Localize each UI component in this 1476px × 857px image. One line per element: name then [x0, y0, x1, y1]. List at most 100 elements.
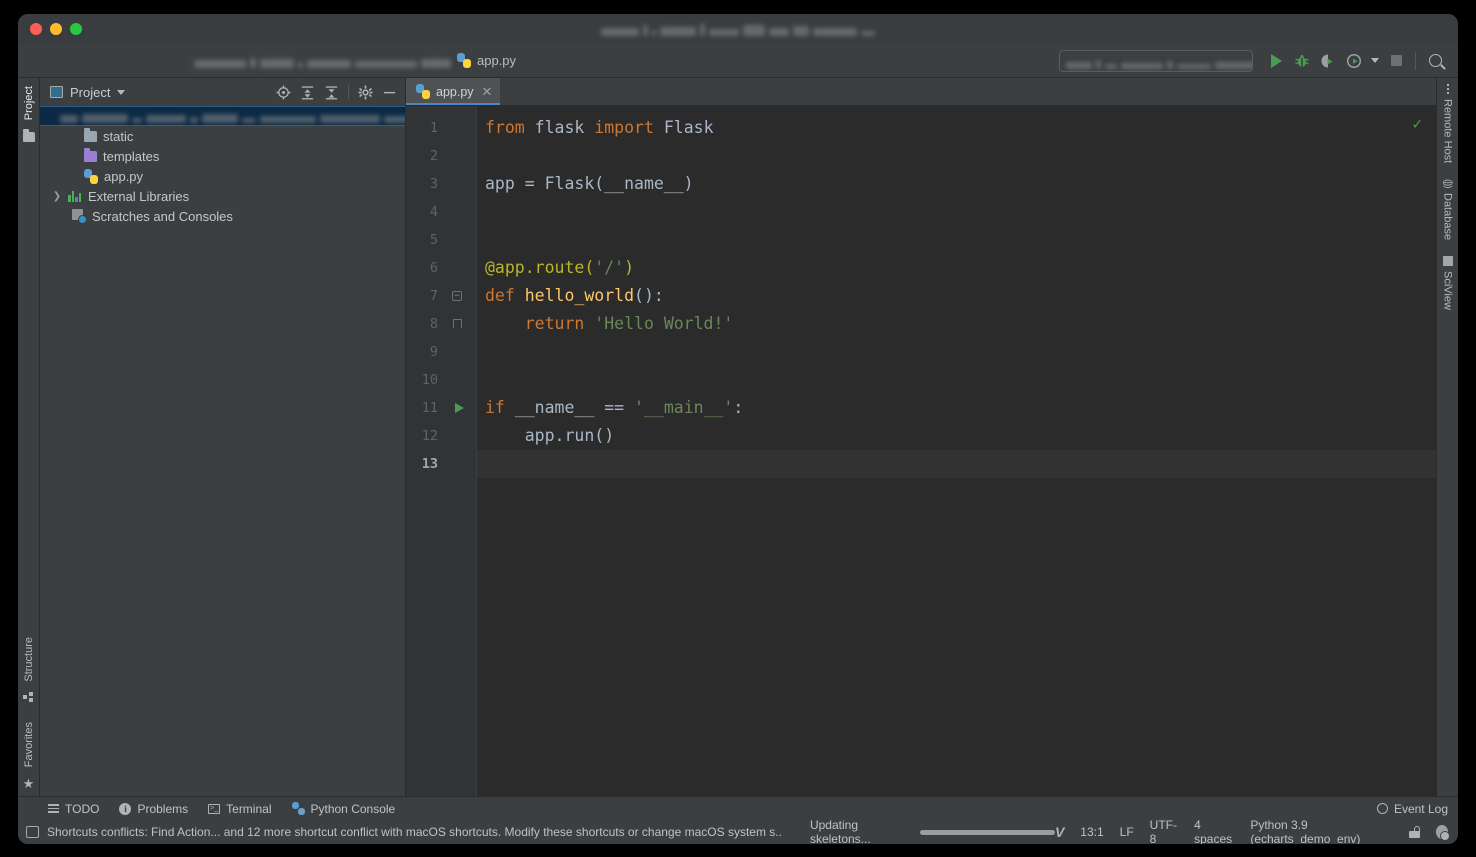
- status-message[interactable]: Shortcuts conflicts: Find Action... and …: [47, 825, 782, 839]
- unlocked-icon[interactable]: [1409, 826, 1421, 838]
- gutter-line: 12: [421, 428, 438, 444]
- search-everywhere-button[interactable]: [1422, 48, 1448, 74]
- chevron-right-icon[interactable]: ❯: [52, 191, 62, 202]
- database-label: Database: [1441, 192, 1454, 240]
- vcs-branch-icon[interactable]: V: [1055, 824, 1064, 840]
- editor-tab-app-py[interactable]: app.py ✕: [406, 78, 501, 105]
- python-console-label: Python Console: [310, 801, 396, 816]
- folder-icon: [22, 129, 35, 143]
- chevron-down-icon[interactable]: [117, 89, 126, 95]
- tool-button-python-console[interactable]: Python Console: [291, 801, 396, 816]
- code-content[interactable]: from flask import Flask app = Flask(__na…: [476, 106, 1436, 796]
- project-panel-title: Project: [70, 84, 111, 100]
- project-tree[interactable]: static templates app.py ❯ External Libra…: [40, 106, 405, 796]
- tool-button-terminal[interactable]: >_ Terminal: [208, 801, 272, 816]
- tree-row-app-py[interactable]: app.py: [40, 166, 405, 186]
- tree-row-static[interactable]: static: [40, 126, 405, 146]
- code-line-1: from flask import Flask: [485, 118, 714, 137]
- project-view-icon: [50, 86, 63, 98]
- line-separator[interactable]: LF: [1120, 825, 1134, 839]
- sidebar-tab-favorites[interactable]: Favorites: [23, 718, 35, 771]
- editor-tab-label: app.py: [436, 84, 474, 99]
- terminal-label: Terminal: [226, 801, 272, 816]
- breadcrumb-file-label: app.py: [477, 53, 517, 68]
- sidebar-tab-structure[interactable]: Structure: [23, 633, 35, 686]
- close-window-button[interactable]: [30, 23, 42, 35]
- hide-panel-icon[interactable]: [382, 85, 397, 100]
- event-log-icon: [1376, 803, 1388, 814]
- problems-label: Problems: [137, 801, 189, 816]
- settings-gear-icon[interactable]: [358, 85, 373, 100]
- editor-tab-bar: app.py ✕: [406, 78, 1436, 106]
- sidebar-tab-database[interactable]: (|)) Database: [1442, 179, 1454, 240]
- python-interpreter[interactable]: Python 3.9 (echarts_demo_env): [1250, 818, 1393, 844]
- code-line-8: return 'Hello World!': [485, 314, 734, 333]
- run-configuration-selector[interactable]: [1059, 49, 1253, 72]
- notification-icon[interactable]: [26, 826, 39, 838]
- run-coverage-button[interactable]: [1315, 48, 1341, 74]
- structure-icon: [23, 691, 34, 702]
- code-line-11: if __name__ == '__main__':: [485, 398, 744, 417]
- gutter-line: 2: [429, 148, 438, 164]
- tree-row-templates[interactable]: templates: [40, 146, 405, 166]
- code-editor[interactable]: 1 2 3 4 5 6 7 − 8 9 10 11 12 13 from fla…: [406, 106, 1436, 796]
- ide-settings-icon[interactable]: [1436, 825, 1450, 841]
- bug-icon: [1295, 54, 1309, 67]
- right-tool-strip: Remote Host (|)) Database SciView: [1436, 78, 1458, 796]
- run-triangle-icon: [1270, 53, 1282, 68]
- run-button[interactable]: [1263, 48, 1289, 74]
- tool-button-todo[interactable]: TODO: [48, 802, 99, 816]
- debug-button[interactable]: [1289, 48, 1315, 74]
- profile-button[interactable]: [1341, 48, 1367, 74]
- more-dropdown[interactable]: [1367, 48, 1383, 74]
- gutter-line: 4: [429, 204, 438, 220]
- gutter-line-7: 7 −: [406, 282, 476, 310]
- background-task-progress: Updating skeletons...: [810, 818, 1055, 844]
- tree-row-project-root[interactable]: [40, 106, 405, 126]
- sidebar-tab-project[interactable]: Project: [23, 82, 35, 124]
- window-title-redacted: [18, 14, 1458, 44]
- sidebar-tab-sciview[interactable]: SciView: [1441, 255, 1454, 310]
- python-file-icon: [454, 52, 471, 68]
- sciview-label: SciView: [1441, 270, 1454, 310]
- fold-collapse-icon[interactable]: −: [452, 291, 462, 301]
- event-log-button[interactable]: Event Log: [1376, 801, 1448, 816]
- status-bar-right: V 13:1 LF UTF-8 4 spaces Python 3.9 (ech…: [1055, 818, 1450, 844]
- tree-row-external-libraries[interactable]: ❯ External Libraries: [40, 186, 405, 206]
- select-opened-file-icon[interactable]: [276, 84, 291, 100]
- tool-button-problems[interactable]: i Problems: [119, 802, 188, 816]
- code-line-12: app.run(): [485, 426, 615, 445]
- indent-setting[interactable]: 4 spaces: [1194, 818, 1234, 844]
- caret-position[interactable]: 13:1: [1080, 825, 1103, 839]
- zoom-window-button[interactable]: [70, 23, 82, 35]
- traffic-lights[interactable]: [30, 23, 82, 35]
- folder-gray-icon: [84, 127, 97, 142]
- stop-button[interactable]: [1383, 48, 1409, 74]
- run-line-icon[interactable]: [455, 403, 464, 413]
- file-encoding[interactable]: UTF-8: [1150, 818, 1178, 844]
- structure-tab-label: Structure: [22, 637, 35, 682]
- gutter-line: 3: [429, 176, 438, 192]
- tree-row-scratches-and-consoles[interactable]: Scratches and Consoles: [40, 206, 405, 226]
- chevron-down-icon: [1371, 58, 1379, 63]
- fold-end-icon: [453, 319, 462, 328]
- main-toolbar: app.py: [18, 44, 1458, 78]
- inspection-status-icon[interactable]: ✓: [1412, 114, 1422, 133]
- sidebar-tab-remote-host[interactable]: Remote Host: [1442, 84, 1454, 163]
- editor-gutter[interactable]: 1 2 3 4 5 6 7 − 8 9 10 11 12 13: [406, 106, 476, 796]
- minimize-window-button[interactable]: [50, 23, 62, 35]
- expand-all-icon[interactable]: [300, 85, 315, 100]
- progress-label: Updating skeletons...: [809, 818, 871, 844]
- tree-label-external-libraries: External Libraries: [88, 188, 190, 204]
- gutter-line: 5: [429, 232, 438, 248]
- close-tab-icon[interactable]: ✕: [482, 84, 493, 100]
- event-log-label: Event Log: [1393, 801, 1448, 816]
- project-panel-header: Project: [40, 78, 405, 106]
- problems-info-icon: i: [119, 802, 132, 815]
- tree-label-static: static: [103, 128, 134, 144]
- collapse-all-icon[interactable]: [324, 85, 339, 100]
- scratches-icon: [72, 209, 87, 224]
- project-panel: Project static templates app.py ❯ Extern…: [40, 78, 406, 796]
